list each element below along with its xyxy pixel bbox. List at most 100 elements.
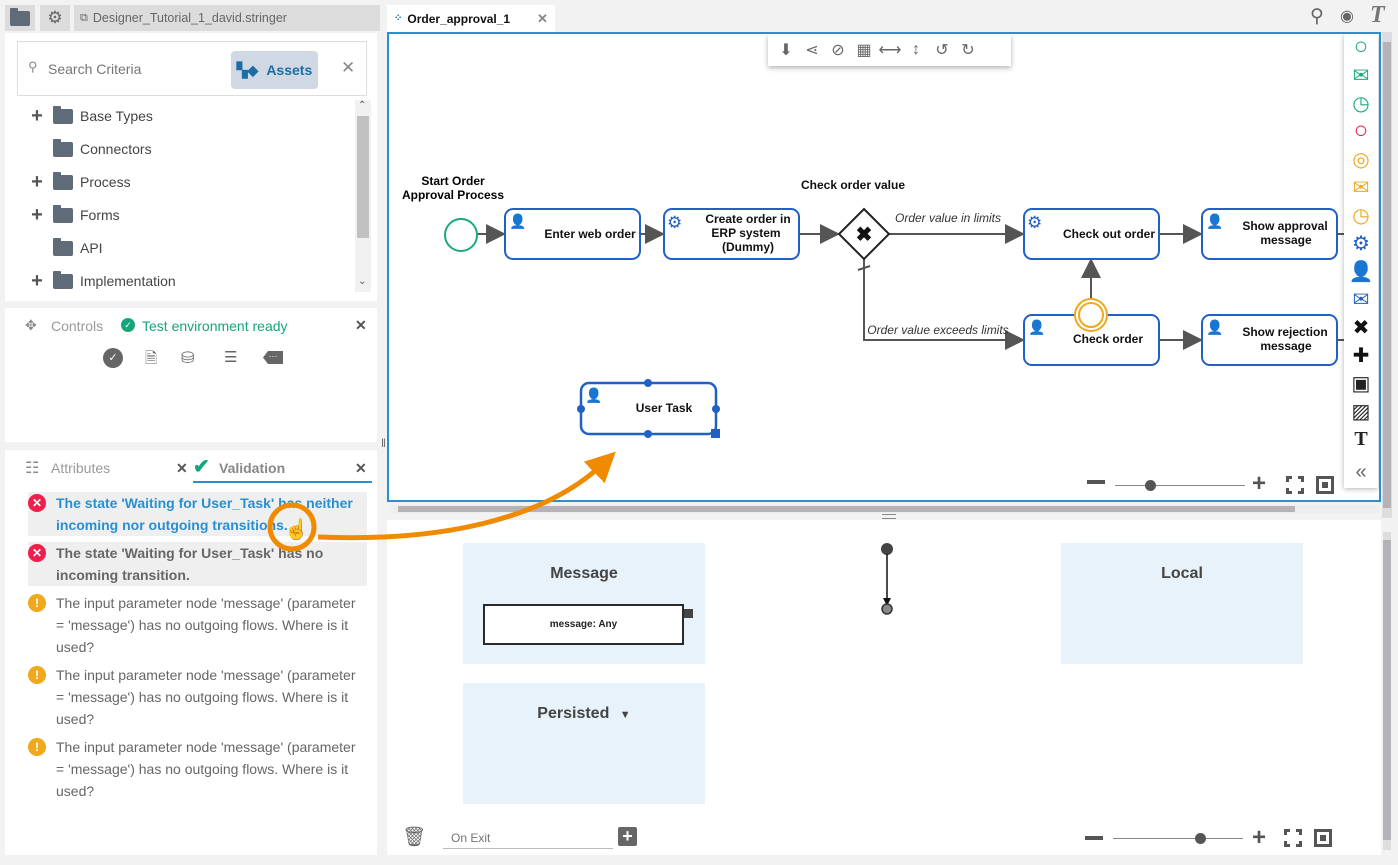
tree-item[interactable]: + Forms [27,204,120,226]
timer-start-icon[interactable]: ◷ [1350,92,1372,115]
flow-label: Order value exceeds limits [867,323,1008,337]
add-action-button[interactable]: + [618,827,637,846]
state-transition [881,543,893,615]
hide-icon[interactable]: ⊘ [828,40,848,60]
tab-validation[interactable]: ✔ Validation ✕ [193,454,372,483]
search-icon[interactable]: ⚲ [1310,5,1324,28]
share-icon[interactable]: ⋖ [802,40,822,60]
project-tab[interactable]: ⧉ Designer_Tutorial_1_david.stringer [74,5,380,31]
zoom-out-icon[interactable] [1087,480,1105,484]
end-event-icon[interactable]: ○ [1350,117,1372,144]
intermediate-event-icon[interactable]: ◎ [1350,148,1372,171]
validate-icon[interactable]: ✓ [103,348,123,368]
warning-icon: ! [28,666,46,684]
tree-item[interactable]: + Base Types [27,105,153,127]
tab-attributes[interactable]: Attributes [51,460,110,476]
tab-order-approval[interactable]: ⁘ Order_approval_1 ✕ [387,5,555,32]
assets-button[interactable]: ▚◆ Assets [231,51,318,89]
dropdown-caret-icon[interactable]: ▼ [620,709,631,721]
database-clear-icon[interactable]: ⛁ [181,348,194,368]
local-lane[interactable]: Local [1061,543,1303,664]
tree-scrollbar[interactable]: ⌃ ⌄ [355,100,371,292]
expand-icon[interactable]: + [27,204,47,227]
task-label: Create order in [705,212,790,226]
check-circle-icon: ✓ [121,318,135,332]
settings-button[interactable]: ⚙ [40,5,70,31]
fullscreen-icon[interactable] [1284,829,1302,847]
tree-item-label: API [80,240,103,256]
horizontal-splitter[interactable] [882,514,896,519]
fullscreen-icon[interactable] [1286,476,1304,494]
persisted-lane[interactable]: Persisted ▼ [463,683,705,804]
expand-icon[interactable]: + [27,270,47,293]
tree-item[interactable]: API [27,237,103,259]
export-icon[interactable]: ⬇ [776,40,796,60]
close-attributes-icon[interactable]: ✕ [176,460,188,477]
tree-item[interactable]: Connectors [27,138,152,160]
fit-height-icon[interactable]: ↕ [906,40,926,60]
expand-icon[interactable]: + [27,171,47,194]
parallel-gateway-icon[interactable]: ✚ [1350,344,1372,367]
validation-item[interactable]: ✕ The state 'Waiting for User_Task' has n… [28,492,367,536]
zoom-slider[interactable] [1113,838,1243,839]
document-search-icon[interactable]: 🗎 [145,348,157,373]
tree-item-label: Process [80,174,131,190]
validation-item[interactable]: ✕ The state 'Waiting for User_Task' has n… [28,542,367,586]
canvas-horizontal-scrollbar[interactable] [390,505,1380,513]
folder-icon [53,138,73,157]
start-event-icon[interactable]: ○ [1350,33,1372,60]
zoom-slider-handle[interactable] [1145,480,1156,491]
service-task-icon[interactable]: ⚙ [1350,232,1372,255]
grid-icon[interactable]: ▦ [854,40,874,60]
message-intermediate-icon[interactable]: ✉ [1350,176,1372,199]
close-controls-icon[interactable]: ✕ [355,317,367,334]
eye-icon[interactable]: ◉ [1340,6,1354,26]
zoom-in-icon[interactable]: + [1252,824,1266,852]
folder-button[interactable] [5,5,35,31]
zoom-out-icon[interactable] [1085,836,1103,840]
canvas-vertical-scrollbar[interactable] [1382,32,1392,518]
trash-icon[interactable]: 🗑 [402,825,426,849]
expand-icon[interactable]: + [27,105,47,128]
clear-search-icon[interactable]: ✕ [341,58,355,78]
lower-vertical-scrollbar[interactable] [1383,532,1391,850]
fit-icon[interactable] [1314,829,1332,847]
fit-width-icon[interactable]: ⟷ [879,40,902,60]
close-tab-icon[interactable]: ✕ [537,11,548,27]
splitter-handle[interactable]: ‖ [381,436,386,450]
redo-icon[interactable]: ↻ [958,40,978,60]
task-label: Show rejection [1242,325,1327,339]
user-task-icon[interactable]: 👤 [1349,260,1374,283]
validation-item[interactable]: ! The input parameter node 'message' (par… [28,664,367,730]
message-start-icon[interactable]: ✉ [1350,64,1372,87]
text-icon[interactable]: T [1350,428,1372,450]
tree-item[interactable]: + Implementation [27,270,176,292]
zoom-slider[interactable] [1115,485,1245,486]
tag-icon[interactable]: ··· [263,351,283,364]
diagram-canvas[interactable]: Start Order Approval Process 👤 👤 👤 👤 👤 ⚙ ⚙ … [387,32,1381,502]
on-exit-input[interactable] [443,827,613,849]
text-style-icon[interactable]: T [1370,2,1385,29]
undo-icon[interactable]: ↺ [932,40,952,60]
message-lane[interactable]: Message message: Any [463,543,705,664]
timer-intermediate-icon[interactable]: ◷ [1350,204,1372,227]
validation-item[interactable]: ! The input parameter node 'message' (par… [28,592,367,658]
zoom-slider-handle[interactable] [1195,833,1206,844]
fit-icon[interactable] [1316,476,1334,494]
message-parameter-node[interactable]: message: Any [483,604,684,645]
participant-icon[interactable]: ▣ [1350,372,1372,395]
warning-icon: ! [28,738,46,756]
output-port[interactable] [684,609,693,618]
collapse-palette-icon[interactable]: « [1350,461,1372,483]
send-task-icon[interactable]: ✉ [1350,288,1372,311]
log-icon[interactable]: ☰ [224,348,237,366]
tree-item-label: Connectors [80,141,152,157]
error-icon: ✕ [28,544,46,562]
validation-item[interactable]: ! The input parameter node 'message' (par… [28,736,367,802]
close-validation-icon[interactable]: ✕ [355,460,367,477]
exclusive-gateway-icon[interactable]: ✖ [1350,316,1372,339]
image-icon[interactable]: ▨ [1350,400,1372,423]
zoom-in-icon[interactable]: + [1252,470,1266,498]
tree-item[interactable]: + Process [27,171,131,194]
search-input[interactable] [48,56,228,82]
